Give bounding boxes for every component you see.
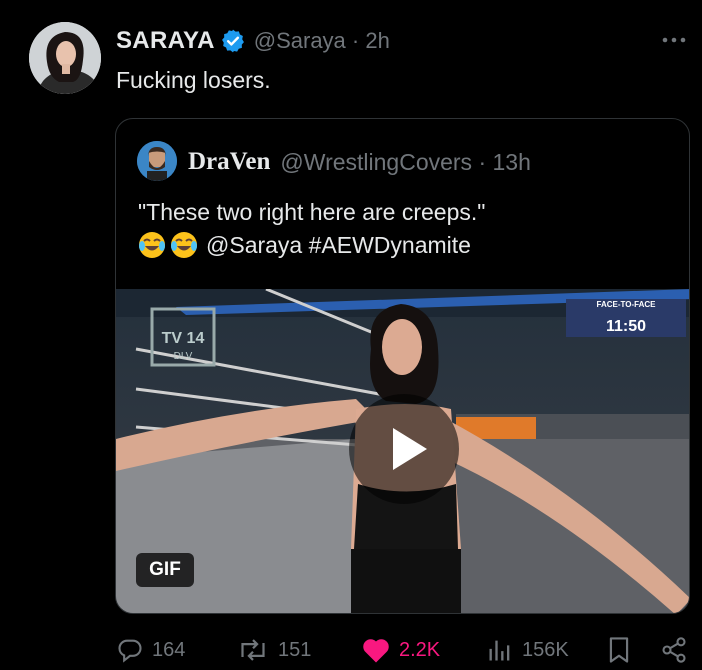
tv-rating-overlay: TV 14 — [162, 330, 205, 347]
quote-header: DraVen @WrestlingCovers · 13h — [188, 147, 531, 177]
gif-media[interactable]: TV 14 DLV FACE-TO-FACE 11:50 GIF — [116, 289, 689, 613]
bookmark-button[interactable] — [606, 630, 640, 670]
author-name[interactable]: SARAYA — [116, 27, 215, 55]
tweet-text: Fucking losers. — [116, 67, 271, 93]
tv-rating-sub: DLV — [174, 351, 193, 362]
action-bar: 164 151 2.2K 156K — [0, 630, 702, 670]
reply-icon — [118, 639, 142, 663]
bookmark-icon — [609, 637, 629, 663]
tweet-header: SARAYA @Saraya · 2h — [116, 27, 390, 55]
reply-count: 164 — [152, 638, 186, 661]
views-icon — [489, 640, 510, 661]
quoted-tweet[interactable]: DraVen @WrestlingCovers · 13h "These two… — [115, 118, 690, 614]
views-count: 156K — [522, 638, 569, 661]
repost-icon — [241, 639, 265, 661]
quote-author-name[interactable]: DraVen — [188, 148, 270, 176]
author-handle-time[interactable]: @Saraya · 2h — [254, 28, 390, 54]
clock-overlay: 11:50 — [606, 318, 646, 335]
tweet: SARAYA @Saraya · 2h Fucking losers. DraV… — [0, 0, 702, 670]
play-icon — [393, 428, 427, 470]
face-to-face-label: FACE-TO-FACE — [597, 300, 657, 309]
views-button[interactable]: 156K — [486, 630, 569, 670]
gif-badge: GIF — [136, 553, 194, 587]
play-button[interactable] — [349, 394, 459, 504]
repost-count: 151 — [278, 638, 312, 661]
quote-author-avatar[interactable] — [137, 141, 177, 181]
quote-author-handle-time[interactable]: @WrestlingCovers · 13h — [280, 149, 530, 176]
quote-text-line1: "These two right here are creeps." — [138, 199, 486, 225]
heart-icon — [363, 639, 389, 663]
like-count: 2.2K — [399, 638, 441, 661]
more-icon[interactable] — [660, 30, 688, 50]
author-avatar[interactable] — [29, 22, 101, 94]
verified-badge-icon — [220, 28, 246, 54]
emoji-joy-icon — [170, 231, 198, 259]
repost-button[interactable]: 151 — [236, 630, 311, 670]
emoji-joy-icon — [138, 231, 166, 259]
share-button[interactable] — [660, 630, 696, 670]
quote-mentions-hashtags[interactable]: @Saraya #AEWDynamite — [206, 232, 471, 259]
quote-text-line2: @Saraya #AEWDynamite — [138, 231, 471, 259]
like-button[interactable]: 2.2K — [361, 630, 440, 670]
share-icon — [662, 637, 686, 663]
reply-button[interactable]: 164 — [116, 630, 185, 670]
